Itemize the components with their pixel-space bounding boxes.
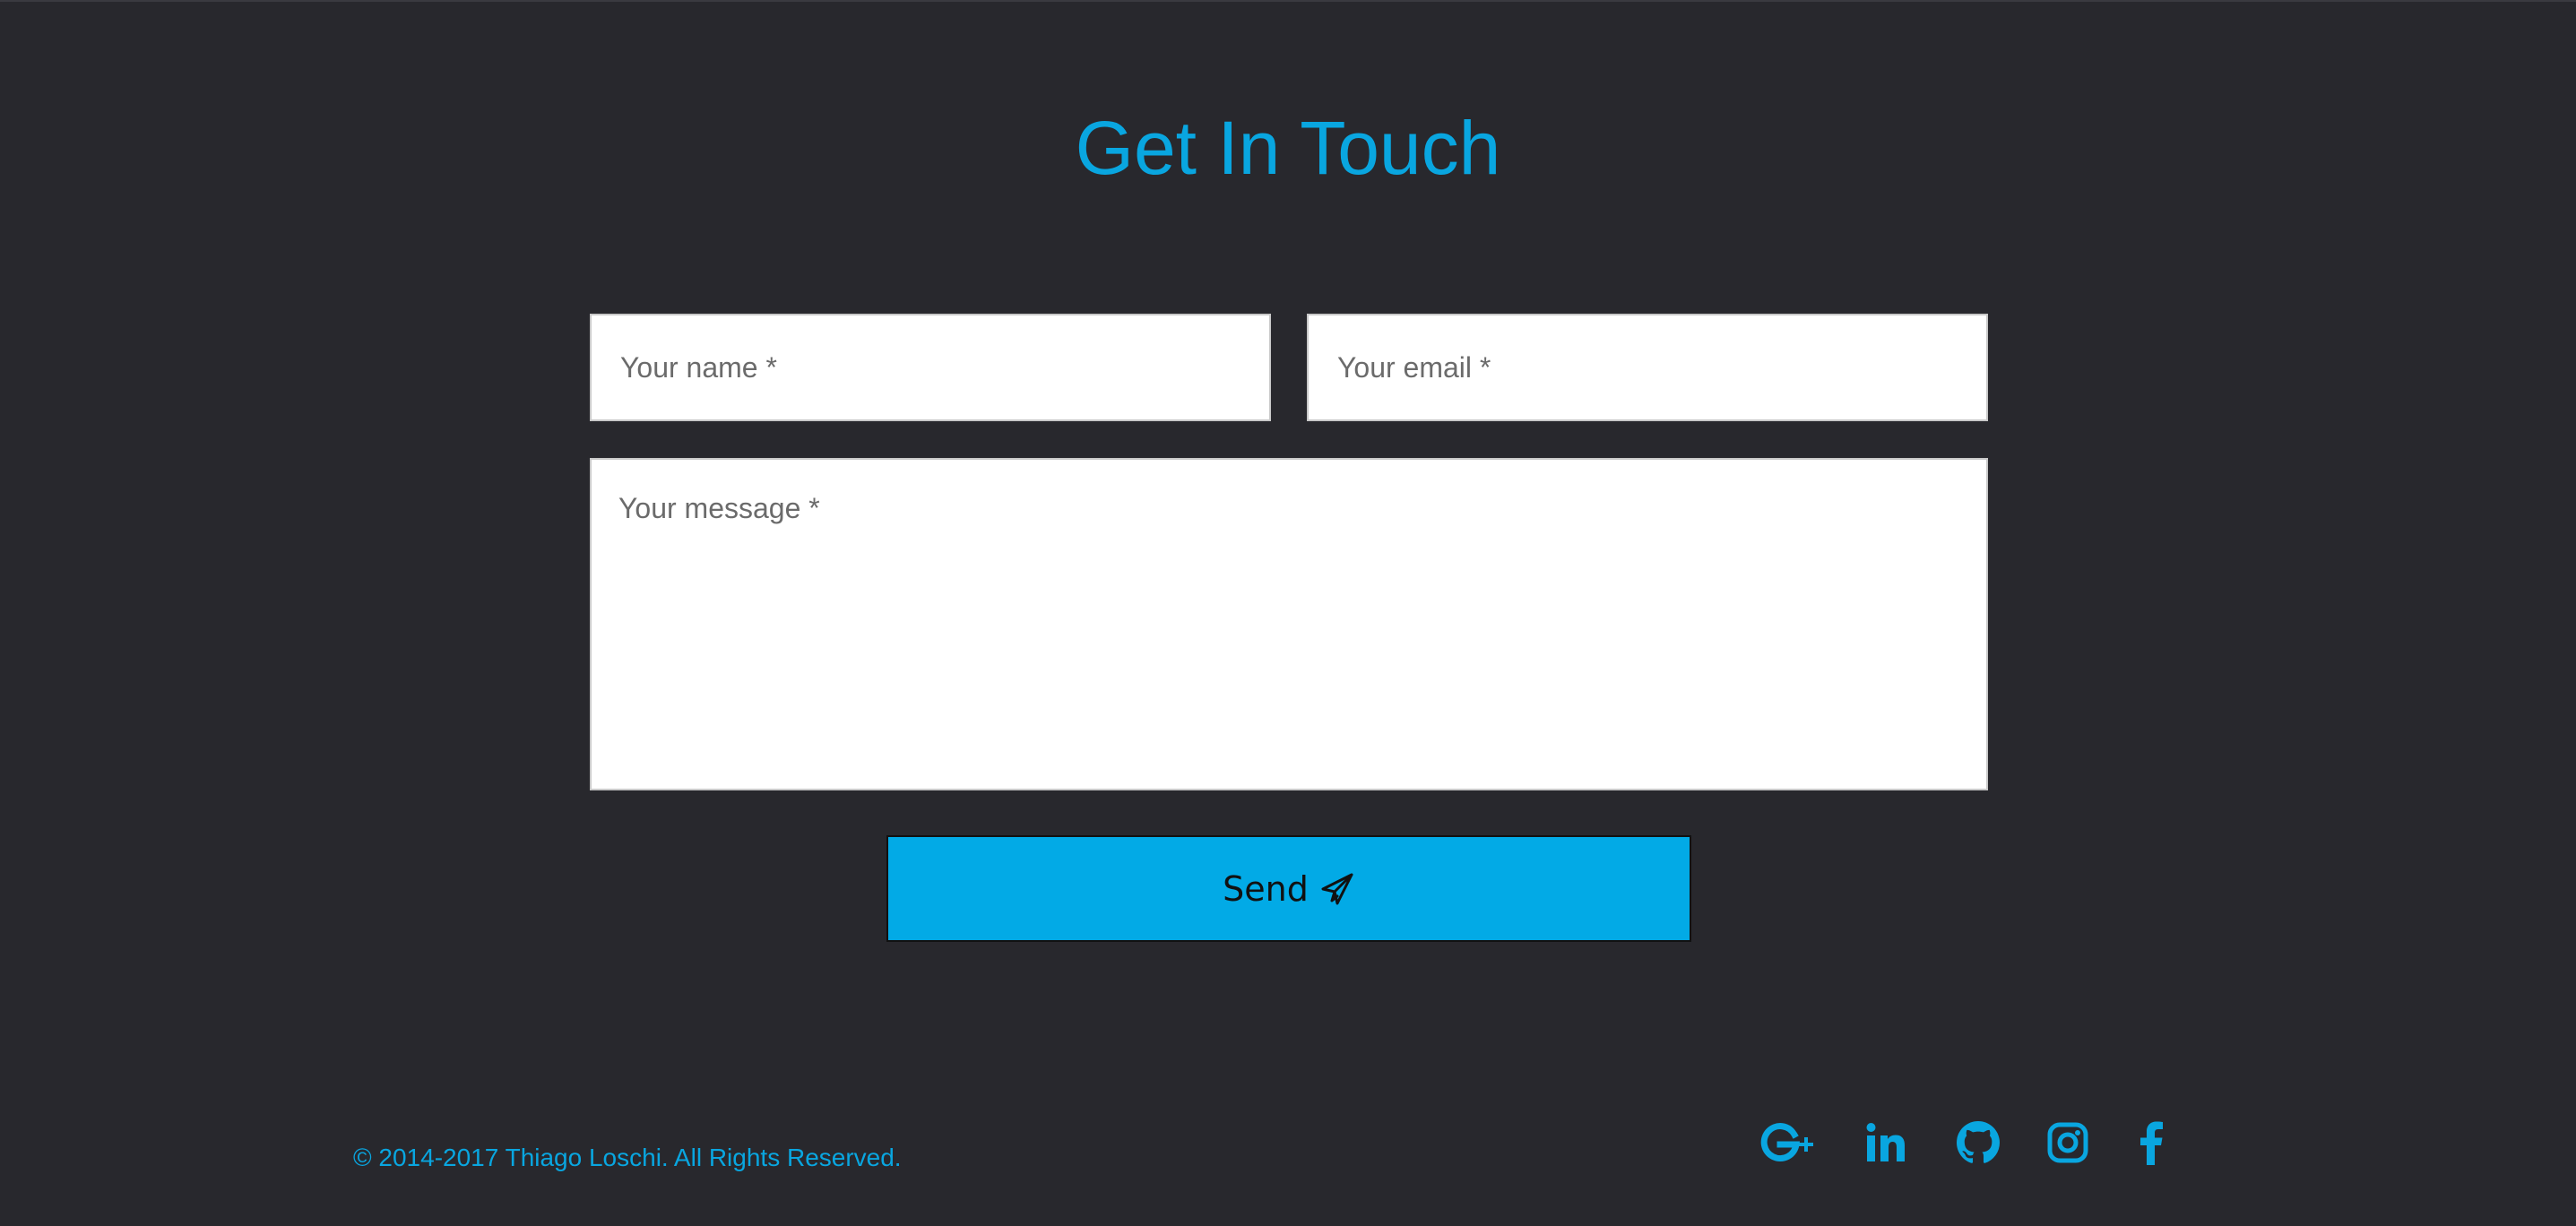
paper-plane-icon xyxy=(1319,871,1355,907)
email-field[interactable] xyxy=(1307,314,1988,421)
github-icon[interactable] xyxy=(1949,1118,2007,1168)
copyright-text: © 2014-2017 Thiago Loschi. All Rights Re… xyxy=(353,1144,902,1171)
send-label: Send xyxy=(1223,868,1309,909)
send-button[interactable]: Send xyxy=(886,835,1691,942)
google-plus-icon[interactable] xyxy=(1757,1118,1820,1168)
instagram-icon[interactable] xyxy=(2039,1118,2096,1168)
name-field[interactable] xyxy=(590,314,1271,421)
facebook-icon[interactable] xyxy=(2124,1118,2178,1168)
section-title: Get In Touch xyxy=(1075,106,1501,190)
message-field[interactable] xyxy=(590,458,1988,790)
linkedin-icon[interactable] xyxy=(1857,1118,1915,1168)
top-divider xyxy=(0,0,2576,2)
